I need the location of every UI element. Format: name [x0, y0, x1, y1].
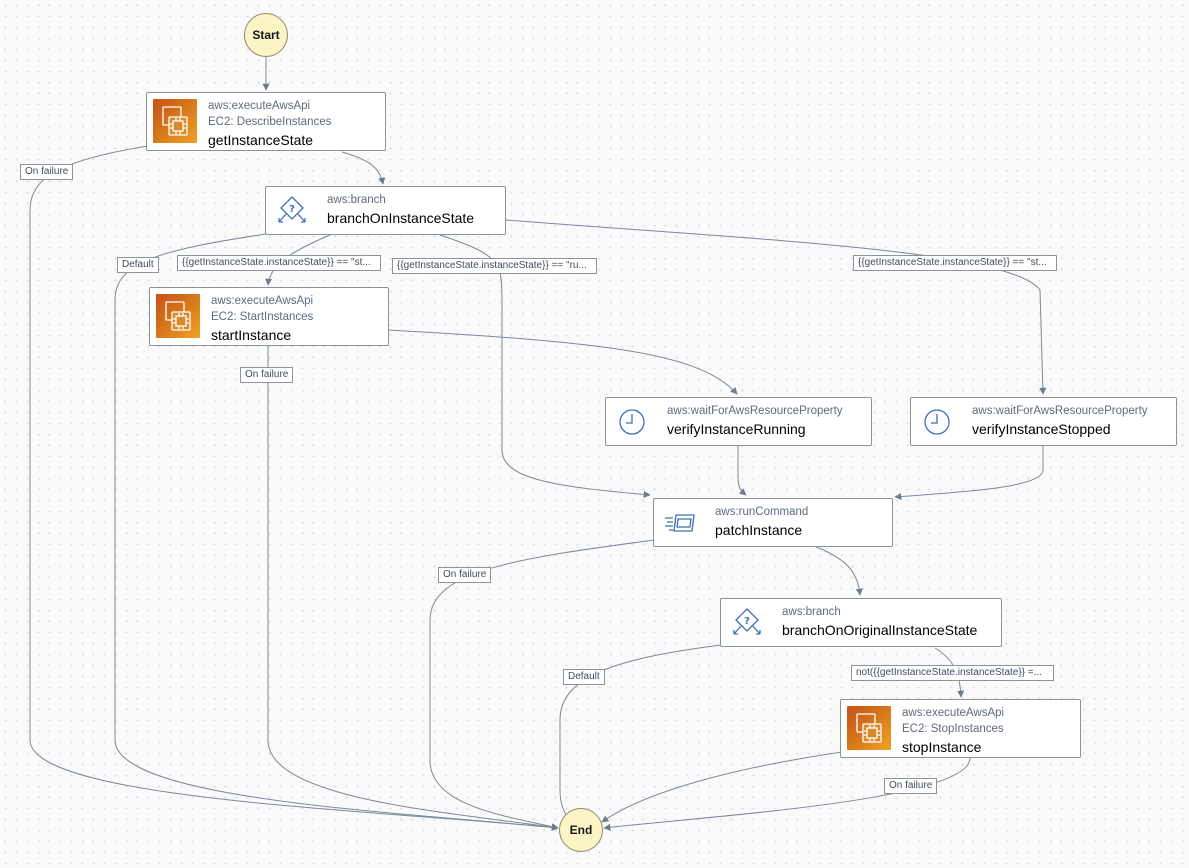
step-branchOnInstanceState[interactable]: ? aws:branch branchOnInstanceState [265, 186, 506, 235]
step-name: verifyInstanceRunning [667, 421, 806, 437]
step-action: aws:waitForAwsResourceProperty [972, 405, 1148, 417]
edge-start-failure [267, 346, 559, 831]
branch-icon: ? [727, 603, 767, 643]
edge-patch-failure [429, 539, 655, 831]
edge-label-condition-stopped-2[interactable]: {{getInstanceState.instanceState}} == "s… [853, 255, 1057, 271]
step-name: branchOnOriginalInstanceState [782, 622, 978, 638]
edge-label-on-failure[interactable]: On failure [240, 367, 294, 383]
step-action: aws:waitForAwsResourceProperty [667, 405, 843, 417]
edge-branch-to-patch [439, 234, 651, 498]
branch-icon: ? [272, 191, 312, 231]
end-node[interactable]: End [559, 808, 603, 852]
end-label: End [569, 823, 593, 837]
run-command-icon [660, 503, 700, 543]
clock-icon [917, 402, 957, 442]
edge-label-on-failure[interactable]: On failure [438, 567, 492, 583]
svg-text:?: ? [289, 204, 295, 215]
step-branchOnOriginalInstanceState[interactable]: ? aws:branch branchOnOriginalInstanceSta… [720, 598, 1002, 647]
step-name: branchOnInstanceState [327, 210, 475, 226]
step-api: EC2: DescribeInstances [208, 116, 332, 128]
edge-stop-to-end [601, 751, 843, 823]
ec2-chip-icon [153, 99, 197, 143]
step-name: verifyInstanceStopped [972, 421, 1111, 437]
edge-get-to-branch [341, 151, 386, 185]
step-action: aws:executeAwsApi [211, 295, 314, 307]
svg-text:?: ? [744, 616, 750, 627]
edge-patch-to-branch2 [815, 546, 863, 596]
step-api: EC2: StartInstances [211, 311, 314, 323]
edge-get-failure [29, 145, 559, 831]
step-name: patchInstance [715, 522, 803, 538]
edge-label-condition-running[interactable]: {{getInstanceState.instanceState}} == "r… [392, 258, 597, 274]
edge-branch-to-stopped [505, 219, 1047, 395]
edge-start-to-running [387, 329, 738, 395]
step-startInstance[interactable]: aws:executeAwsApi EC2: StartInstances st… [149, 287, 389, 346]
clock-icon [612, 402, 652, 442]
step-action: aws:executeAwsApi [902, 707, 1005, 719]
step-patchInstance[interactable]: aws:runCommand patchInstance [653, 498, 893, 547]
edge-label-on-failure[interactable]: On failure [884, 778, 938, 794]
step-api: EC2: StopInstances [902, 723, 1004, 735]
edge-label-default[interactable]: Default [117, 257, 159, 273]
edge-label-condition-not[interactable]: not({{getInstanceState.instanceState}} =… [851, 665, 1054, 681]
step-verifyInstanceRunning[interactable]: aws:waitForAwsResourceProperty verifyIns… [605, 397, 872, 446]
start-label: Start [252, 28, 280, 42]
step-stopInstance[interactable]: aws:executeAwsApi EC2: StopInstances sto… [840, 699, 1081, 758]
step-action: aws:executeAwsApi [208, 100, 311, 112]
step-verifyInstanceStopped[interactable]: aws:waitForAwsResourceProperty verifyIns… [910, 397, 1177, 446]
edge-label-default[interactable]: Default [563, 669, 605, 685]
ec2-chip-icon [847, 706, 891, 750]
edge-running-to-patch [737, 446, 747, 496]
step-name: stopInstance [902, 739, 982, 755]
edge-label-condition-stopped[interactable]: {{getInstanceState.instanceState}} == "s… [177, 255, 381, 271]
step-name: getInstanceState [208, 132, 314, 148]
step-getInstanceState[interactable]: aws:executeAwsApi EC2: DescribeInstances… [146, 92, 386, 151]
step-action: aws:branch [782, 606, 841, 618]
step-action: aws:runCommand [715, 506, 809, 518]
edge-stopped-to-patch [894, 446, 1044, 501]
start-node[interactable]: Start [244, 13, 288, 57]
step-action: aws:branch [327, 194, 386, 206]
ec2-chip-icon [156, 294, 200, 338]
edge-label-on-failure[interactable]: On failure [20, 164, 74, 180]
step-name: startInstance [211, 327, 292, 343]
